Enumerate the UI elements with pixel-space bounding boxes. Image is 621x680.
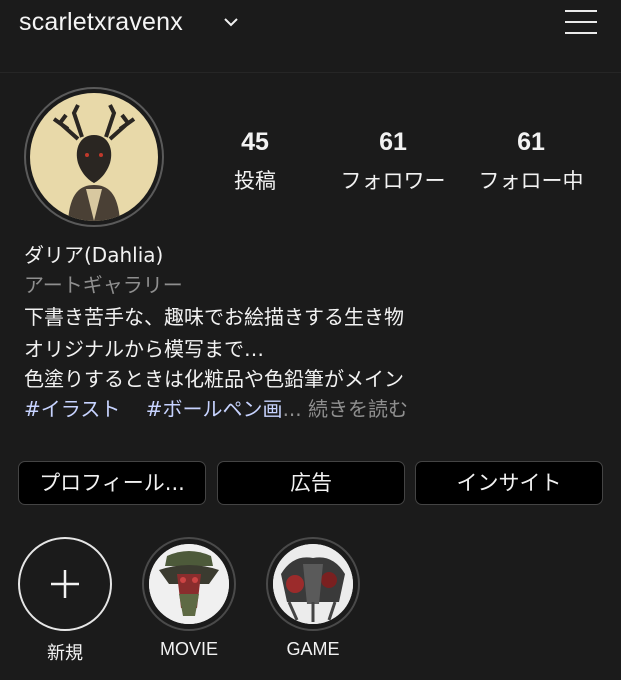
- posts-count: 45: [241, 128, 269, 156]
- bio-line-1: 下書き苦手な、趣味でお絵描きする生き物: [24, 305, 404, 329]
- following-count: 61: [517, 128, 545, 156]
- avatar[interactable]: [30, 93, 158, 221]
- insights-button[interactable]: インサイト: [415, 461, 603, 505]
- posts-label: 投稿: [234, 169, 276, 193]
- following-label: フォロー中: [478, 169, 584, 193]
- profile-category: アートギャラリー: [24, 273, 183, 297]
- bio-line-2: オリジナルから模写まで…: [24, 337, 264, 361]
- highlight-label: MOVIE: [159, 639, 218, 659]
- highlight-thumbnail: [149, 544, 229, 624]
- stat-followers[interactable]: 61 フォロワー: [323, 128, 463, 195]
- highlight-movie[interactable]: MOVIE: [142, 537, 236, 660]
- hashtag-ballpen[interactable]: #ボールペン画: [146, 397, 283, 421]
- account-switcher-username[interactable]: scarletxravenx: [19, 8, 183, 37]
- read-more-link[interactable]: 続きを読む: [308, 397, 408, 421]
- highlight-new[interactable]: 新規: [18, 537, 112, 665]
- stat-following[interactable]: 61 フォロー中: [461, 128, 601, 195]
- highlight-thumbnail: [273, 544, 353, 624]
- bio-hashtags: #イラスト #ボールペン画... 続きを読む: [24, 394, 408, 424]
- profile-name: ダリア(Dahlia): [24, 243, 164, 267]
- followers-label: フォロワー: [340, 169, 446, 193]
- chevron-down-icon[interactable]: [222, 14, 240, 30]
- hamburger-menu-icon[interactable]: [565, 6, 597, 38]
- bio-ellipsis: ...: [282, 397, 302, 421]
- top-bar: scarletxravenx: [0, 0, 621, 73]
- followers-count: 61: [379, 128, 407, 156]
- plus-icon: [51, 570, 79, 598]
- bio-line-3: 色塗りするときは化粧品や色鉛筆がメイン: [24, 367, 404, 391]
- highlight-label: 新規: [47, 643, 83, 663]
- highlight-label: GAME: [286, 639, 340, 659]
- highlight-game[interactable]: GAME: [266, 537, 360, 660]
- hashtag-illust[interactable]: #イラスト: [24, 397, 120, 421]
- stat-posts[interactable]: 45 投稿: [185, 128, 325, 195]
- ads-button[interactable]: 広告: [217, 461, 405, 505]
- edit-profile-button[interactable]: プロフィール...: [18, 461, 206, 505]
